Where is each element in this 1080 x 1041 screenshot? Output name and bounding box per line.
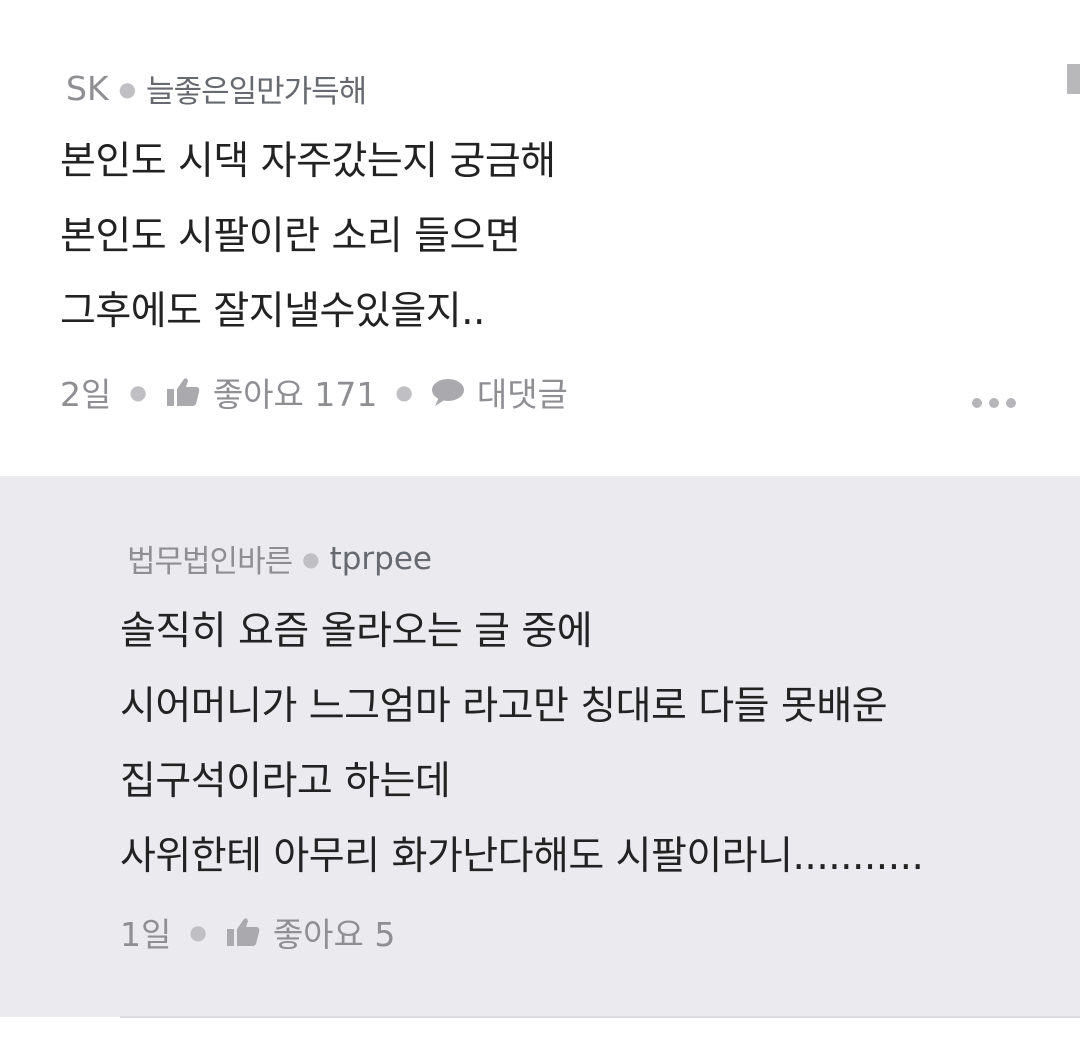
reply-body: 솔직히 요즘 올라오는 글 중에 시어머니가 느그엄마 라고만 칭대로 다들 못… [120, 594, 924, 894]
scrollbar[interactable] [1067, 64, 1080, 94]
meta-separator: ● [302, 546, 320, 571]
action-separator: ● [395, 380, 413, 404]
comment-line: 그후에도 잘지낼수있을지.. [60, 289, 485, 334]
reply-time: 1일 [120, 915, 172, 954]
comment: SK ● 늘좋은일만가득해 본인도 시댁 자주갔는지 궁금해 본인도 시팔이란 … [0, 0, 1080, 476]
like-label: 좋아요 5 [272, 915, 396, 954]
reply-button[interactable]: 대댓글 [431, 368, 568, 416]
like-button[interactable]: 좋아요 5 [225, 908, 396, 956]
reply-meta: 법무법인바른 ● tprpee [127, 536, 432, 581]
comment-actions: 2일 ● 좋아요 171 ● 대댓글 [60, 370, 568, 414]
reply-line: 시어머니가 느그엄마 라고만 칭대로 다들 못배운 [120, 684, 888, 729]
reply-actions: 1일 ● 좋아요 5 [120, 910, 395, 954]
reply-label: 대댓글 [476, 375, 568, 414]
comment-time: 2일 [60, 375, 112, 414]
comment-line: 본인도 시댁 자주갔는지 궁금해 [60, 139, 556, 184]
like-button[interactable]: 좋아요 171 [165, 368, 378, 416]
thumbs-up-icon [225, 916, 261, 948]
like-label: 좋아요 171 [212, 375, 378, 414]
reply-line: 집구석이라고 하는데 [120, 759, 451, 804]
meta-separator: ● [118, 76, 137, 101]
reply-nickname[interactable]: tprpee [330, 541, 432, 577]
comment-nickname[interactable]: 늘좋은일만가득해 [146, 66, 367, 111]
action-separator: ● [129, 380, 147, 404]
more-dots-icon[interactable] [972, 398, 1016, 408]
reply-line: 솔직히 요즘 올라오는 글 중에 [120, 609, 593, 654]
comment-author[interactable]: SK [66, 69, 109, 108]
comment-line: 본인도 시팔이란 소리 들으면 [60, 214, 521, 259]
comment-meta: SK ● 늘좋은일만가득해 [66, 66, 367, 111]
divider [120, 1016, 1080, 1018]
comment-thread: SK ● 늘좋은일만가득해 본인도 시댁 자주갔는지 궁금해 본인도 시팔이란 … [0, 0, 1080, 1041]
speech-bubble-icon [431, 377, 465, 407]
reply: 법무법인바른 ● tprpee 솔직히 요즘 올라오는 글 중에 시어머니가 느… [0, 476, 1080, 1017]
action-separator: ● [189, 920, 207, 944]
reply-line: 사위한테 아무리 화가난다해도 시팔이라니........... [120, 834, 924, 879]
comment-body: 본인도 시댁 자주갔는지 궁금해 본인도 시팔이란 소리 들으면 그후에도 잘지… [60, 124, 556, 349]
thumbs-up-icon [165, 376, 201, 408]
reply-author[interactable]: 법무법인바른 [127, 536, 293, 581]
